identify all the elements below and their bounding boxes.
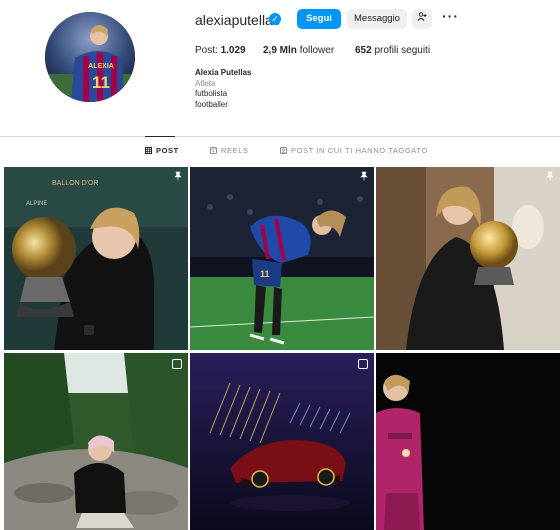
post-image (376, 353, 560, 530)
post-match-bow[interactable]: 11 (190, 167, 374, 350)
multi-photo-icon (172, 359, 182, 369)
pin-icon (545, 171, 555, 181)
tab-reels[interactable]: REELS (210, 146, 249, 155)
profile-bio: Alexia Putellas Atleta futbolista footba… (195, 68, 251, 110)
grid-icon (145, 147, 152, 154)
stat-following[interactable]: 652 profili seguiti (355, 45, 430, 56)
pin-icon (173, 171, 183, 181)
follow-button[interactable]: Segui (297, 9, 341, 29)
svg-text:ALPINE: ALPINE (26, 201, 47, 207)
post-river-sitting[interactable] (4, 353, 188, 530)
post-image (376, 167, 560, 350)
add-person-icon[interactable] (412, 9, 432, 29)
post-image: BALLON D'OR ALPINE (4, 167, 188, 350)
stat-followers-value: 2,9 Mln (263, 45, 297, 56)
svg-text:11: 11 (260, 269, 270, 279)
profile-tabs: POST REELS POST IN CUI TI HANNO TAGGATO (0, 146, 560, 160)
active-tab-indicator (145, 136, 175, 137)
tab-post[interactable]: POST (145, 146, 179, 155)
stat-following-value: 652 (355, 45, 372, 56)
add-person-glyph (417, 12, 427, 21)
tab-tagged-label: POST IN CUI TI HANNO TAGGATO (291, 146, 428, 155)
post-ballon-dor-trophy[interactable]: BALLON D'OR ALPINE (4, 167, 188, 350)
stat-posts-value: 1.029 (220, 45, 246, 56)
bio-name: Alexia Putellas (195, 68, 252, 77)
reels-icon (210, 147, 217, 154)
posts-grid: BALLON D'OR ALPINE 11 (4, 167, 560, 530)
avatar-jersey-name: ALEXIA (88, 63, 114, 70)
svg-text:BALLON D'OR: BALLON D'OR (52, 180, 98, 187)
bio-category: Atleta (195, 78, 216, 88)
tagged-icon (280, 147, 287, 154)
profile-header: ALEXIA 11 alexiaputellas ✓ Segui Messagg… (0, 0, 560, 136)
post-image (4, 353, 188, 530)
stat-followers-label: follower (299, 45, 335, 56)
multi-photo-icon (358, 359, 368, 369)
stat-followers[interactable]: 2,9 Mln follower (263, 45, 334, 56)
pin-icon (359, 171, 369, 181)
stat-posts-label: Post: (195, 45, 218, 56)
tab-tagged[interactable]: POST IN CUI TI HANNO TAGGATO (280, 146, 428, 155)
bio-line-2: footballer (195, 99, 228, 109)
tab-post-label: POST (156, 146, 179, 155)
tab-reels-label: REELS (221, 146, 249, 155)
post-plane-trophy[interactable] (376, 167, 560, 350)
post-image (190, 353, 374, 530)
stat-posts: Post: 1.029 (195, 45, 246, 56)
post-goalkeeper-kit[interactable] (376, 353, 560, 530)
stat-following-label: profili seguiti (374, 45, 431, 56)
profile-username: alexiaputellas (195, 12, 280, 28)
post-image: 11 (190, 167, 374, 350)
bio-line-1: futbolista (195, 89, 228, 98)
post-car-reveal[interactable] (190, 353, 374, 530)
message-button[interactable]: Messaggio (347, 9, 407, 29)
avatar-photo: ALEXIA 11 (45, 12, 135, 102)
avatar-jersey-number: 11 (92, 73, 110, 92)
more-options-icon[interactable]: ··· (442, 8, 459, 24)
profile-avatar[interactable]: ALEXIA 11 (45, 12, 135, 102)
verified-badge-icon: ✓ (269, 13, 281, 25)
tabs-divider (0, 136, 560, 137)
